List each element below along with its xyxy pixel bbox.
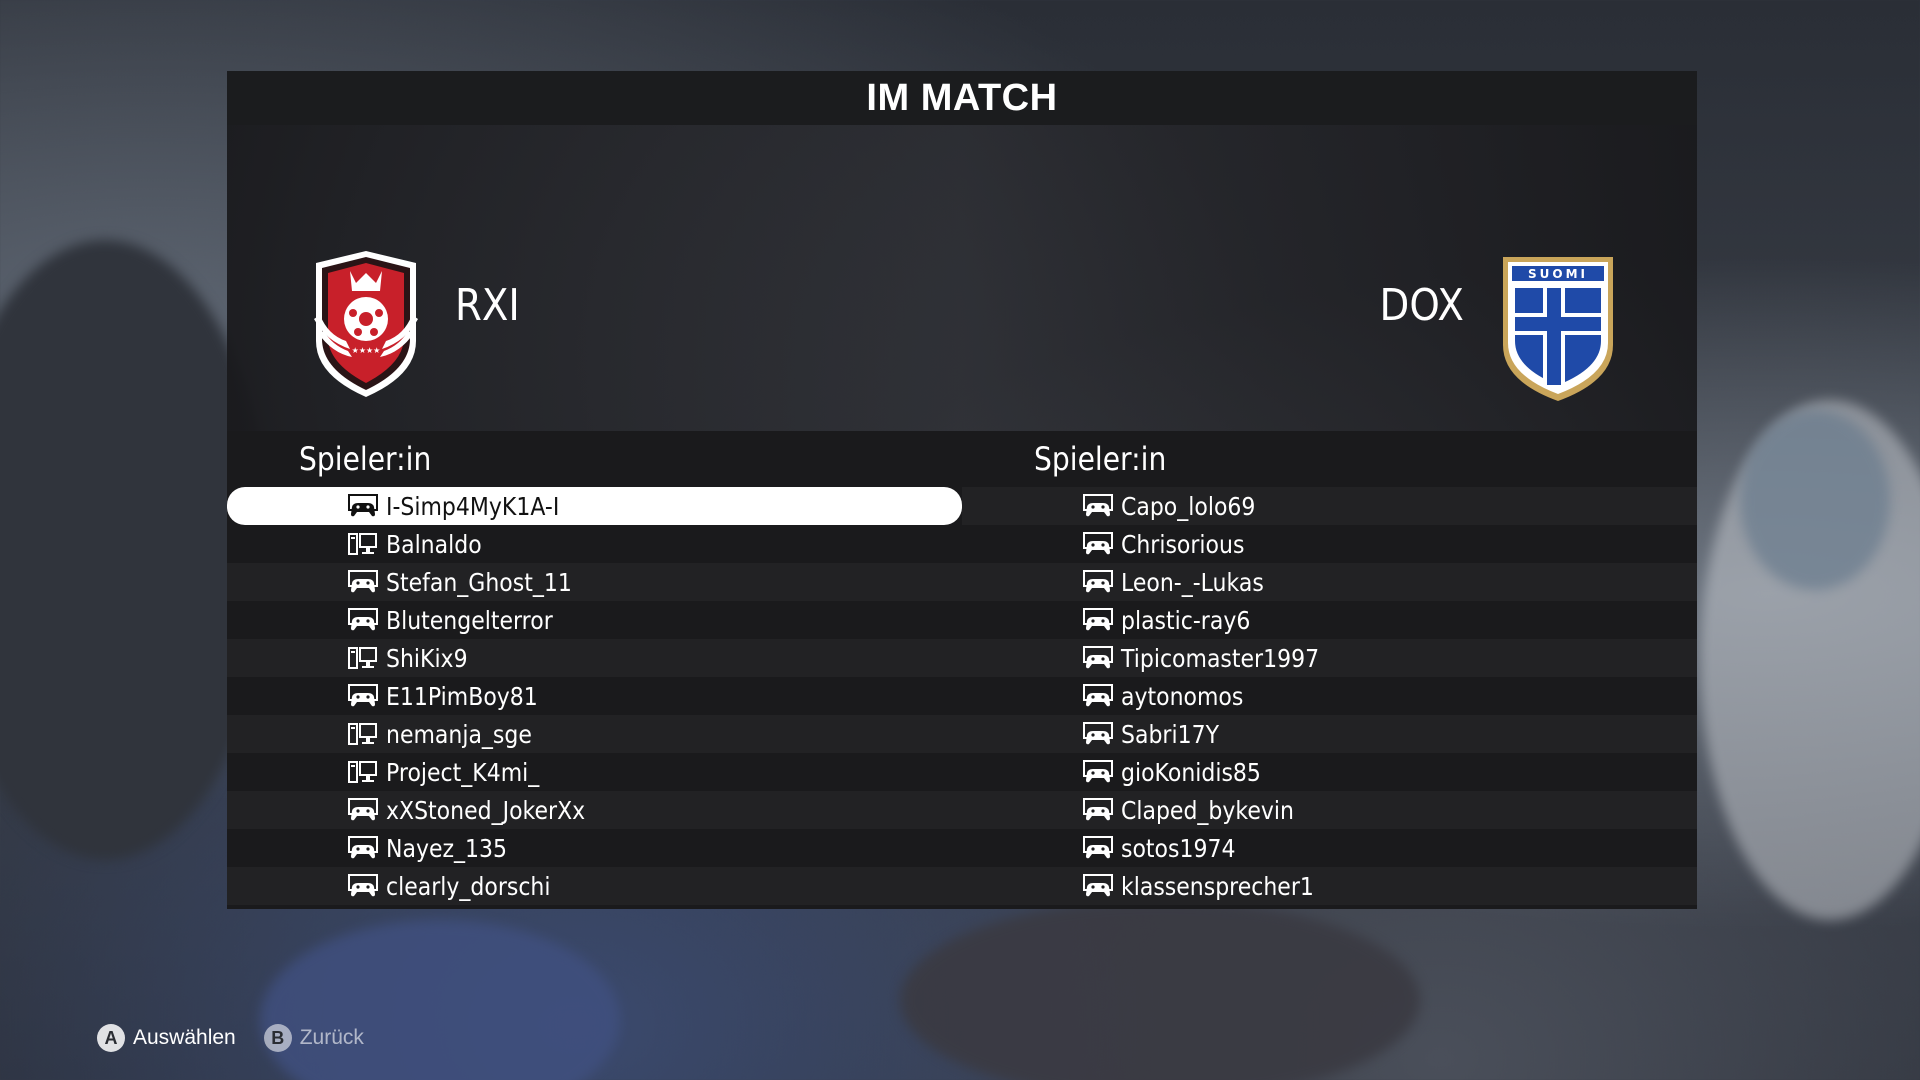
player-row[interactable]: clearly_dorschi <box>227 867 962 905</box>
controller-icon <box>348 608 378 631</box>
controller-icon <box>1083 684 1113 707</box>
controller-icon <box>1083 722 1113 745</box>
player-name: Stefan_Ghost_11 <box>386 567 572 597</box>
controller-icon <box>1083 532 1113 555</box>
pc-icon <box>348 761 377 783</box>
player-row[interactable]: Leon-_-Lukas <box>962 563 1697 601</box>
player-row[interactable]: Project_K4mi_ <box>227 753 962 791</box>
controller-icon <box>1083 874 1113 897</box>
player-name: Capo_lolo69 <box>1121 491 1256 521</box>
player-row[interactable]: aytonomos <box>962 677 1697 715</box>
controller-icon <box>1083 646 1113 669</box>
controller-icon <box>1083 608 1113 631</box>
back-label: Zurück <box>299 1026 364 1049</box>
player-row[interactable]: sotos1974 <box>962 829 1697 867</box>
home-player-list: Spieler:in I-Simp4MyK1A-I Balnaldo Stefan_… <box>227 431 962 909</box>
player-name: nemanja_sge <box>386 719 532 749</box>
controller-icon <box>1083 760 1113 783</box>
player-row[interactable]: I-Simp4MyK1A-I <box>227 487 962 525</box>
away-player-list: Spieler:in Capo_lolo69 Chrisorious Leon-_-… <box>962 431 1697 909</box>
player-name: Balnaldo <box>386 529 482 559</box>
b-button-icon: B <box>263 1024 292 1052</box>
player-name: Leon-_-Lukas <box>1121 567 1264 597</box>
controller-icon <box>348 798 378 821</box>
player-name: I-Simp4MyK1A-I <box>386 491 560 521</box>
home-team-name: RXI <box>455 280 520 331</box>
select-label: Auswählen <box>133 1026 236 1049</box>
player-row[interactable]: E11PimBoy81 <box>227 677 962 715</box>
controller-icon <box>1083 798 1113 821</box>
player-row[interactable]: ShiKix9 <box>227 639 962 677</box>
player-row[interactable]: plastic-ray6 <box>962 601 1697 639</box>
pc-icon <box>348 533 377 555</box>
controller-icon <box>348 494 378 517</box>
player-name: Blutengelterror <box>386 605 553 635</box>
home-list-header: Spieler:in <box>299 440 432 478</box>
player-name: xXStoned_JokerXx <box>386 795 586 825</box>
rxi-crest-icon: ★★★★ <box>314 251 418 397</box>
player-name: klassensprecher1 <box>1121 871 1314 901</box>
suomi-crest-icon: SUOMI <box>1503 257 1613 401</box>
player-name: aytonomos <box>1121 681 1244 711</box>
controller-icon <box>1083 836 1113 859</box>
player-row[interactable]: Stefan_Ghost_11 <box>227 563 962 601</box>
player-name: Tipicomaster1997 <box>1121 643 1320 673</box>
away-list-header: Spieler:in <box>1034 440 1167 478</box>
page-title: IM MATCH <box>866 76 1058 119</box>
player-name: ShiKix9 <box>386 643 468 673</box>
player-row[interactable]: Blutengelterror <box>227 601 962 639</box>
player-name: Sabri17Y <box>1121 719 1220 749</box>
player-name: Nayez_135 <box>386 833 508 863</box>
player-row[interactable]: xXStoned_JokerXx <box>227 791 962 829</box>
teams-banner: ★★★★ RXI DOX SUOMI <box>227 125 1697 431</box>
player-name: plastic-ray6 <box>1121 605 1251 635</box>
away-team-name: DOX <box>1379 280 1464 331</box>
back-hint[interactable]: B Zurück <box>263 1024 364 1052</box>
player-name: sotos1974 <box>1121 833 1236 863</box>
player-row[interactable]: nemanja_sge <box>227 715 962 753</box>
player-row[interactable]: Capo_lolo69 <box>962 487 1697 525</box>
pc-icon <box>348 647 377 669</box>
controller-icon <box>1083 570 1113 593</box>
player-row[interactable]: Chrisorious <box>962 525 1697 563</box>
player-name: E11PimBoy81 <box>386 681 538 711</box>
player-name: Chrisorious <box>1121 529 1245 559</box>
select-hint[interactable]: A Auswählen <box>97 1024 236 1052</box>
button-hints: A Auswählen B Zurück <box>97 1024 364 1052</box>
player-name: gioKonidis85 <box>1121 757 1261 787</box>
controller-icon <box>348 570 378 593</box>
player-lists: Spieler:in I-Simp4MyK1A-I Balnaldo Stefan_… <box>227 431 1697 909</box>
svg-text:★★★★: ★★★★ <box>352 346 381 355</box>
player-row[interactable]: Tipicomaster1997 <box>962 639 1697 677</box>
a-button-icon: A <box>97 1024 125 1052</box>
player-row[interactable]: Sabri17Y <box>962 715 1697 753</box>
player-name: Project_K4mi_ <box>386 757 540 787</box>
player-name: clearly_dorschi <box>386 871 551 901</box>
player-row[interactable]: gioKonidis85 <box>962 753 1697 791</box>
in-match-panel: IM MATCH ★★★★ RXI DOX SUOMI Spieler:in I… <box>227 71 1697 909</box>
svg-text:SUOMI: SUOMI <box>1528 267 1588 281</box>
panel-header: IM MATCH <box>227 71 1697 125</box>
controller-icon <box>348 874 378 897</box>
player-row[interactable]: klassensprecher1 <box>962 867 1697 905</box>
controller-icon <box>1083 494 1113 517</box>
player-row[interactable]: Balnaldo <box>227 525 962 563</box>
player-name: Claped_bykevin <box>1121 795 1294 825</box>
controller-icon <box>348 684 378 707</box>
pc-icon <box>348 723 377 745</box>
player-row[interactable]: Claped_bykevin <box>962 791 1697 829</box>
player-row[interactable]: Nayez_135 <box>227 829 962 867</box>
controller-icon <box>348 836 378 859</box>
